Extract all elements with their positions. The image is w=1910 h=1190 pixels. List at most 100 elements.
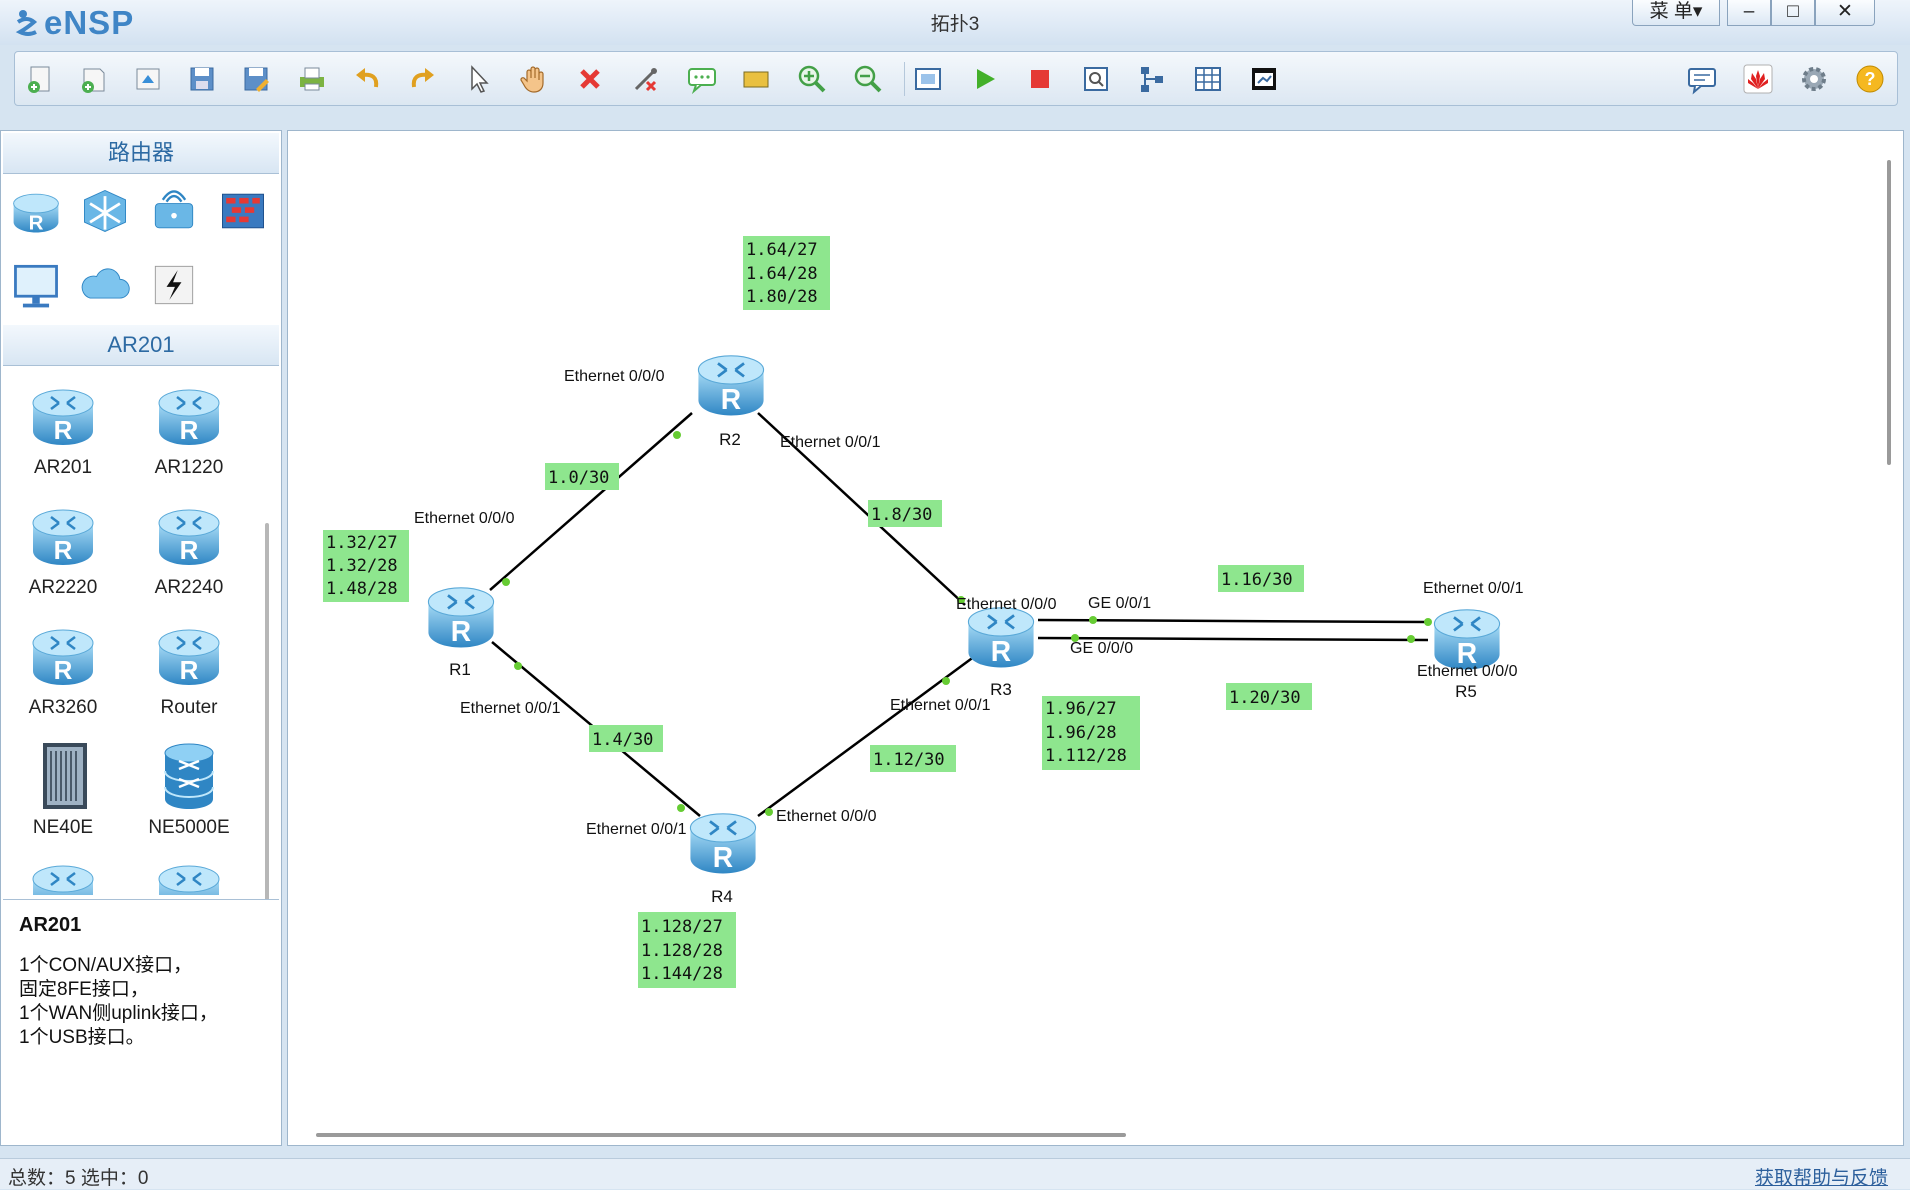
canvas-horizontal-scrollbar[interactable] (316, 1133, 1126, 1137)
fit-window-icon (915, 68, 941, 90)
category-switch-icon[interactable] (75, 181, 135, 241)
text-note-button[interactable] (685, 62, 719, 96)
grid-icon (1195, 67, 1221, 91)
pan-tool-button[interactable] (517, 62, 551, 96)
new-topology-button[interactable] (23, 62, 57, 96)
huawei-logo-icon (1743, 64, 1773, 94)
zoom-in-icon (798, 65, 826, 93)
category-router-icon[interactable]: R (6, 181, 66, 241)
save-button[interactable] (185, 62, 219, 96)
new-doc-icon (82, 68, 105, 93)
settings-button[interactable] (1797, 62, 1831, 96)
category-pc-icon[interactable] (6, 255, 66, 315)
save-icon (190, 67, 214, 91)
stop-icon (1031, 70, 1049, 88)
router-icon (29, 621, 97, 691)
pointer-icon (471, 65, 489, 93)
device-palette: 路由器 R AR201 AR201 AR1220 AR2220 AR2240 A… (0, 130, 282, 1146)
device-ar201[interactable]: AR201 (1, 381, 121, 491)
open-button[interactable] (131, 62, 165, 96)
close-button[interactable]: ✕ (1815, 0, 1875, 26)
category-cloud-icon[interactable] (75, 255, 135, 315)
gear-icon (1802, 67, 1826, 91)
palette-scrollbar[interactable] (265, 523, 269, 923)
device-ar1220[interactable]: AR1220 (127, 381, 247, 491)
rectangle-icon (743, 71, 769, 88)
delete-link-icon (634, 68, 657, 92)
device-partial-2[interactable] (127, 857, 247, 895)
help-feedback-link[interactable]: 获取帮助与反馈 (1755, 1163, 1888, 1190)
toolbar: ? (14, 51, 1898, 106)
router-icon (155, 621, 223, 691)
rectangle-tool-button[interactable] (739, 62, 773, 96)
delete-x-icon (580, 69, 600, 89)
delete-connection-button[interactable] (629, 62, 663, 96)
chat-icon (1688, 68, 1716, 95)
core-router-icon (164, 743, 214, 809)
redo-icon (411, 68, 434, 88)
help-button[interactable]: ? (1853, 62, 1887, 96)
capture-data-button[interactable] (1079, 62, 1113, 96)
start-device-button[interactable] (967, 62, 1001, 96)
title-bar: eNSP 拓扑3 菜 单▾ – □ ✕ (0, 0, 1910, 45)
canvas-vertical-scrollbar[interactable] (1887, 160, 1891, 465)
select-tool-button[interactable] (461, 62, 495, 96)
minimize-button[interactable]: – (1727, 0, 1771, 26)
window-title: 拓扑3 (930, 14, 980, 35)
print-button[interactable] (295, 62, 329, 96)
new-example-button[interactable] (77, 62, 111, 96)
device-label: AR201 (33, 457, 93, 478)
new-file-icon (28, 66, 50, 93)
zoom-out-icon (854, 65, 882, 93)
zoom-in-button[interactable] (795, 62, 829, 96)
device-ar3260[interactable]: AR3260 (1, 621, 121, 731)
category-header-ar201[interactable]: AR201 (3, 325, 279, 366)
category-header-router[interactable]: 路由器 (3, 133, 279, 174)
category-connection-icon[interactable] (144, 255, 204, 315)
category-firewall-icon[interactable] (213, 181, 273, 241)
help-icon: ? (1856, 65, 1884, 93)
ensp-logo-icon (15, 10, 38, 36)
device-ne40e[interactable]: NE40E (1, 741, 121, 851)
capture-icon (1084, 67, 1108, 91)
stop-device-button[interactable] (1023, 62, 1057, 96)
hand-icon (520, 66, 544, 93)
maximize-button[interactable]: □ (1771, 0, 1815, 26)
print-icon (300, 67, 324, 91)
zoom-out-button[interactable] (851, 62, 885, 96)
topology-layout-button[interactable] (1135, 62, 1169, 96)
save-as-icon (244, 67, 269, 92)
router-icon (29, 857, 97, 895)
description-line: 1个CON/AUX接口， (19, 955, 193, 976)
device-ar2240[interactable]: AR2240 (127, 501, 247, 611)
router-icon (29, 381, 97, 451)
redo-button[interactable] (405, 62, 439, 96)
device-router[interactable]: Router (127, 621, 247, 731)
menu-button[interactable]: 菜 单▾ (1632, 0, 1720, 26)
screenshot-button[interactable] (1247, 62, 1281, 96)
app-logo: eNSP (14, 2, 134, 44)
save-as-button[interactable] (239, 62, 273, 96)
chat-button[interactable] (1685, 62, 1719, 96)
device-ne5000e[interactable]: NE5000E (127, 741, 247, 851)
description-line: 1个USB接口。 (19, 1027, 145, 1048)
fit-view-button[interactable] (911, 62, 945, 96)
delete-button[interactable] (573, 62, 607, 96)
grid-button[interactable] (1191, 62, 1225, 96)
device-ar2220[interactable]: AR2220 (1, 501, 121, 611)
device-partial-1[interactable] (1, 857, 121, 895)
description-line: 1个WAN侧uplink接口， (19, 1003, 218, 1024)
undo-button[interactable] (351, 62, 385, 96)
chassis-router-icon (43, 743, 87, 809)
svg-text:R: R (29, 212, 44, 235)
category-wlan-icon[interactable] (144, 181, 204, 241)
status-bar: 总数：5 选中：0 获取帮助与反馈 (0, 1158, 1910, 1189)
play-icon (977, 69, 995, 89)
router-icon (155, 501, 223, 571)
comment-icon (688, 68, 716, 95)
undo-icon (356, 68, 379, 88)
svg-text:?: ? (1865, 69, 1876, 89)
huawei-button[interactable] (1741, 62, 1775, 96)
device-label: AR2240 (154, 577, 224, 598)
device-label: NE5000E (148, 817, 230, 838)
